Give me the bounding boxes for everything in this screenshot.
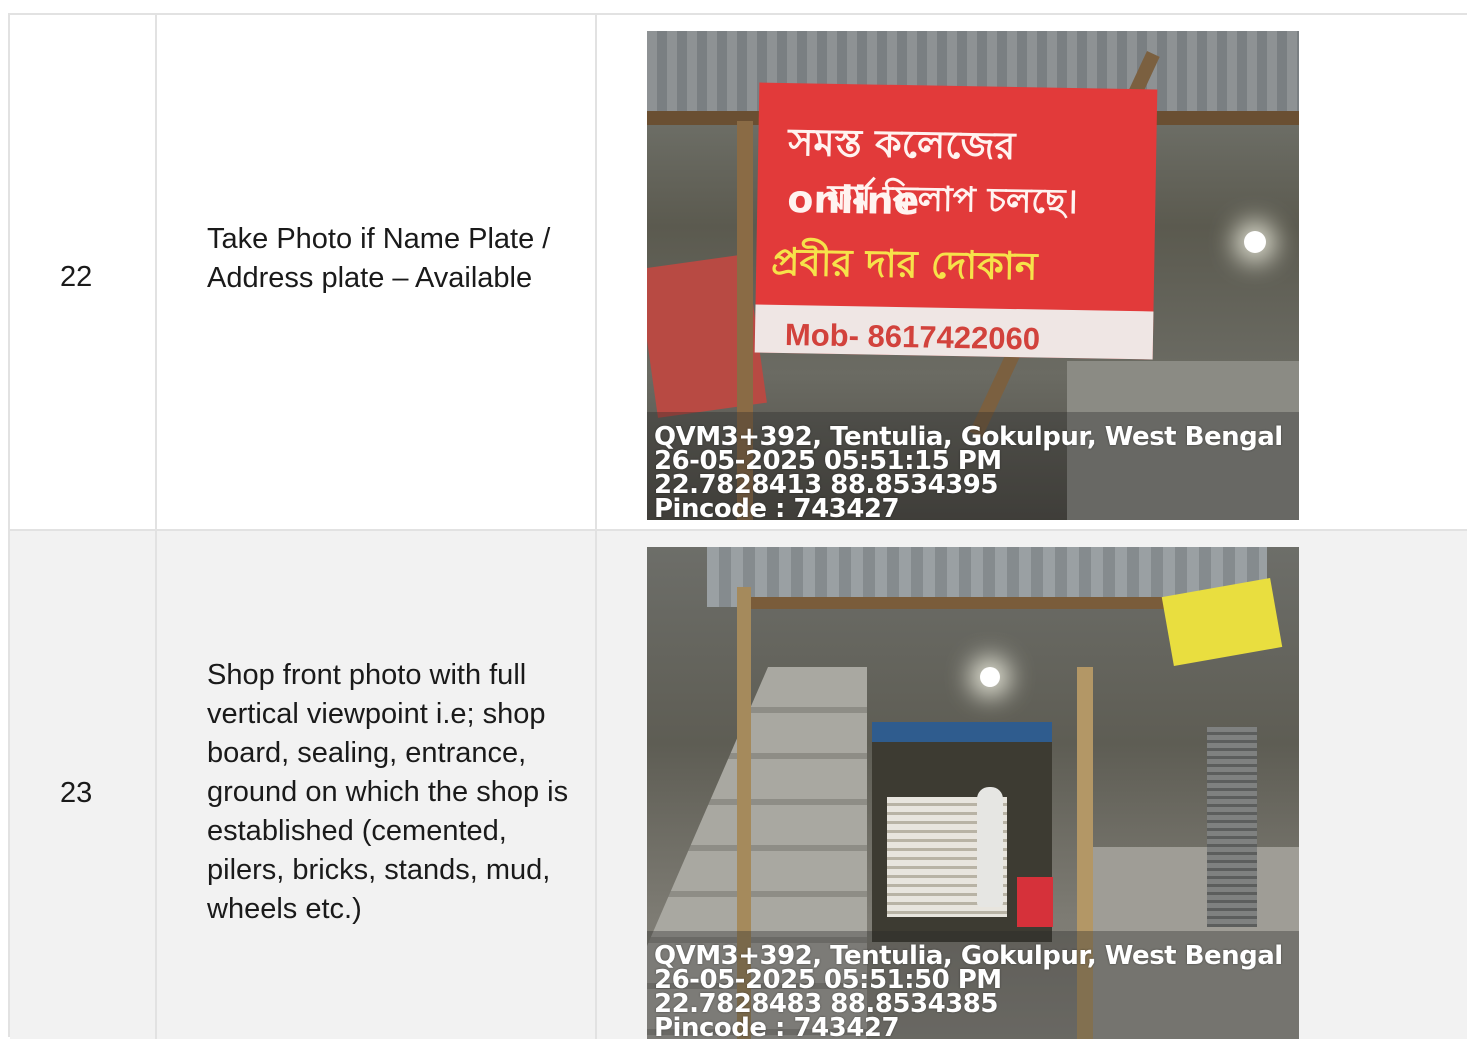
- row-number: 22: [60, 261, 93, 293]
- table-row: 22 Take Photo if Name Plate / Address pl…: [10, 15, 1467, 531]
- table-row: 23 Shop front photo with full vertical v…: [10, 531, 1467, 1039]
- row-description: Shop front photo with full vertical view…: [207, 659, 569, 925]
- banner-line-3: প্রবীর দার দোকান: [770, 239, 1038, 289]
- banner-phone: Mob- 8617422060: [784, 317, 1041, 357]
- banner-line-2: ফর্ম ফিলাপ চলছে।: [827, 177, 1079, 223]
- row-number: 23: [60, 777, 93, 809]
- geo-stamp: QVM3+392, Tentulia, Gokulpur, West Benga…: [647, 412, 1299, 520]
- row-description-cell: Take Photo if Name Plate / Address plate…: [157, 15, 597, 529]
- shop-front-photo: QVM3+392, Tentulia, Gokulpur, West Benga…: [647, 547, 1299, 1039]
- stamp-pincode: Pincode : 743427: [654, 1013, 900, 1039]
- geo-stamp: QVM3+392, Tentulia, Gokulpur, West Benga…: [647, 931, 1299, 1039]
- row-photo-cell: QVM3+392, Tentulia, Gokulpur, West Benga…: [597, 531, 1467, 1039]
- row-description: Take Photo if Name Plate / Address plate…: [207, 223, 551, 294]
- row-number-cell: 23: [10, 531, 157, 1039]
- row-photo-cell: সমস্ত কলেজের online ফর্ম ফিলাপ চলছে। প্র…: [597, 15, 1467, 529]
- shop-banner: সমস্ত কলেজের online ফর্ম ফিলাপ চলছে। প্র…: [754, 82, 1158, 360]
- name-plate-photo: সমস্ত কলেজের online ফর্ম ফিলাপ চলছে। প্র…: [647, 31, 1299, 520]
- light-bulb: [980, 667, 1000, 687]
- row-number-cell: 22: [10, 15, 157, 529]
- light-bulb: [1244, 231, 1266, 253]
- checklist-table: 22 Take Photo if Name Plate / Address pl…: [8, 13, 1467, 1039]
- row-description-cell: Shop front photo with full vertical view…: [157, 531, 597, 1039]
- stamp-pincode: Pincode : 743427: [654, 494, 900, 520]
